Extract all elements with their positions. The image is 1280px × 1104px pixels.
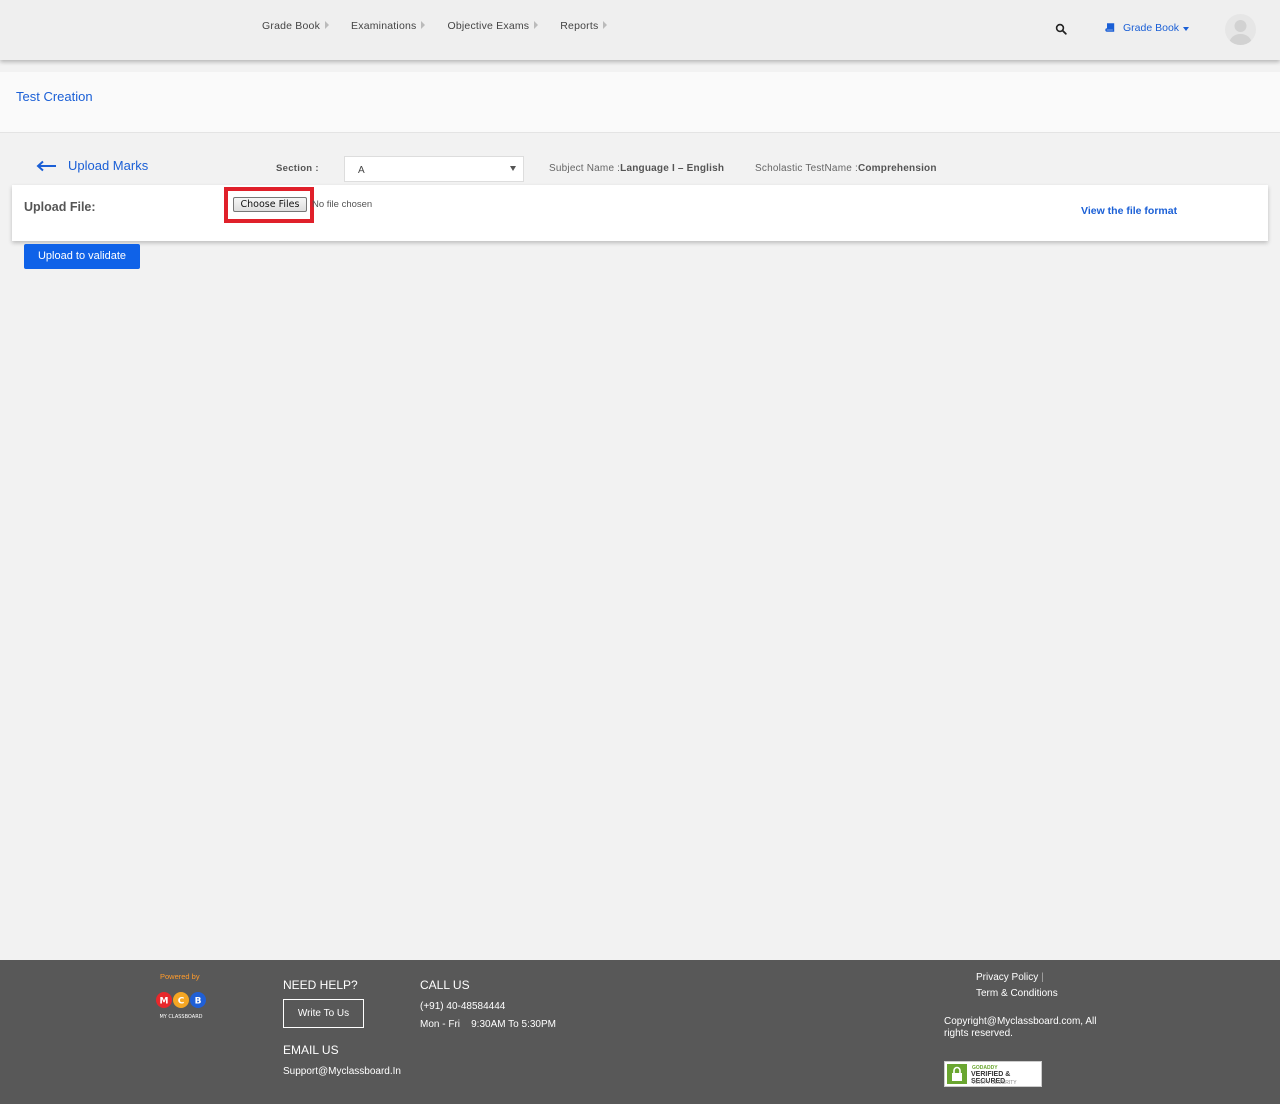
logo-letter-c: C — [178, 997, 185, 1007]
test-info: Scholastic TestName :Comprehension — [755, 163, 937, 174]
test-label: Scholastic TestName : — [755, 163, 858, 174]
section-select[interactable]: A — [344, 156, 524, 182]
user-silhouette-icon — [1229, 20, 1252, 45]
phone-number: (+91) 40-48584444 — [420, 1001, 506, 1012]
nav-item-objective-exams[interactable]: Objective Exams — [447, 20, 539, 32]
subject-value: Language I – English — [620, 163, 725, 174]
upload-file-label: Upload File: — [24, 200, 96, 214]
test-value: Comprehension — [857, 163, 937, 174]
caret-down-icon — [510, 166, 516, 171]
book-icon — [1105, 23, 1115, 32]
search-icon[interactable] — [1055, 23, 1067, 35]
page-title: Test Creation — [16, 89, 93, 104]
nav-item-examinations[interactable]: Examinations — [351, 20, 426, 32]
section-label: Section : — [276, 163, 319, 174]
powered-by-text: Powered by — [160, 972, 200, 981]
copyright-text: Copyright@Myclassboard.com, All rights r… — [944, 1016, 1097, 1039]
nav-item-reports[interactable]: Reports — [560, 20, 608, 32]
logo-letter-m: M — [160, 997, 169, 1007]
subject-info: Subject Name :Language I – English — [549, 163, 724, 174]
office-hours: Mon - Fri 9:30AM To 5:30PM — [420, 1019, 556, 1030]
support-email-link[interactable]: Support@Myclassboard.In — [283, 1066, 401, 1077]
seal-subtitle: VERIFY SECURITY — [972, 1080, 1017, 1086]
user-avatar[interactable] — [1225, 14, 1256, 45]
module-label: Grade Book — [1123, 22, 1180, 34]
footer: Powered by M C B MY CLASSBOARD NEED HELP… — [0, 960, 1280, 1104]
view-file-format-link[interactable]: View the file format — [1081, 205, 1177, 217]
link-separator: | — [1041, 972, 1044, 983]
nav-item-label: Reports — [560, 20, 599, 32]
privacy-policy-link[interactable]: Privacy Policy | — [976, 972, 1044, 983]
lock-icon — [947, 1064, 967, 1084]
back-upload-marks-link[interactable]: Upload Marks — [36, 158, 148, 173]
nav-item-label: Grade Book — [262, 20, 321, 32]
need-help-heading: NEED HELP? — [283, 978, 358, 992]
top-navbar: Grade Book Examinations Objective Exams … — [0, 0, 1280, 60]
chevron-down-icon — [1183, 26, 1190, 31]
privacy-policy-label: Privacy Policy — [976, 972, 1039, 983]
logo-letter-b: B — [195, 997, 202, 1007]
caret-right-icon — [325, 21, 330, 29]
nav-item-label: Objective Exams — [447, 20, 530, 32]
section-selected-value: A — [358, 165, 365, 176]
main-menu: Grade Book Examinations Objective Exams … — [262, 20, 629, 32]
upload-to-validate-button[interactable]: Upload to validate — [24, 244, 140, 269]
back-label: Upload Marks — [68, 158, 149, 173]
logo-caption: MY CLASSBOARD — [159, 1014, 202, 1020]
myclassboard-logo: M C B MY CLASSBOARD — [156, 992, 206, 1020]
caret-right-icon — [603, 21, 608, 29]
nav-item-label: Examinations — [351, 20, 417, 32]
choose-files-button[interactable]: Choose Files — [233, 197, 307, 212]
security-seal-badge[interactable]: GODADDY VERIFIED & SECURED VERIFY SECURI… — [944, 1061, 1042, 1087]
module-switcher-dropdown[interactable]: Grade Book — [1105, 22, 1190, 34]
subject-label: Subject Name : — [549, 163, 621, 174]
terms-conditions-link[interactable]: Term & Conditions — [976, 988, 1058, 999]
caret-right-icon — [534, 21, 539, 29]
page-header: Test Creation — [0, 72, 1280, 133]
no-file-chosen-text: No file chosen — [312, 199, 373, 210]
nav-item-grade-book[interactable]: Grade Book — [262, 20, 330, 32]
write-to-us-button[interactable]: Write To Us — [283, 999, 364, 1028]
caret-right-icon — [421, 21, 426, 29]
email-us-heading: EMAIL US — [283, 1043, 339, 1057]
upload-panel: Upload File: Choose Files No file chosen… — [12, 185, 1268, 241]
arrow-left-icon — [36, 160, 56, 171]
call-us-heading: CALL US — [420, 978, 470, 992]
